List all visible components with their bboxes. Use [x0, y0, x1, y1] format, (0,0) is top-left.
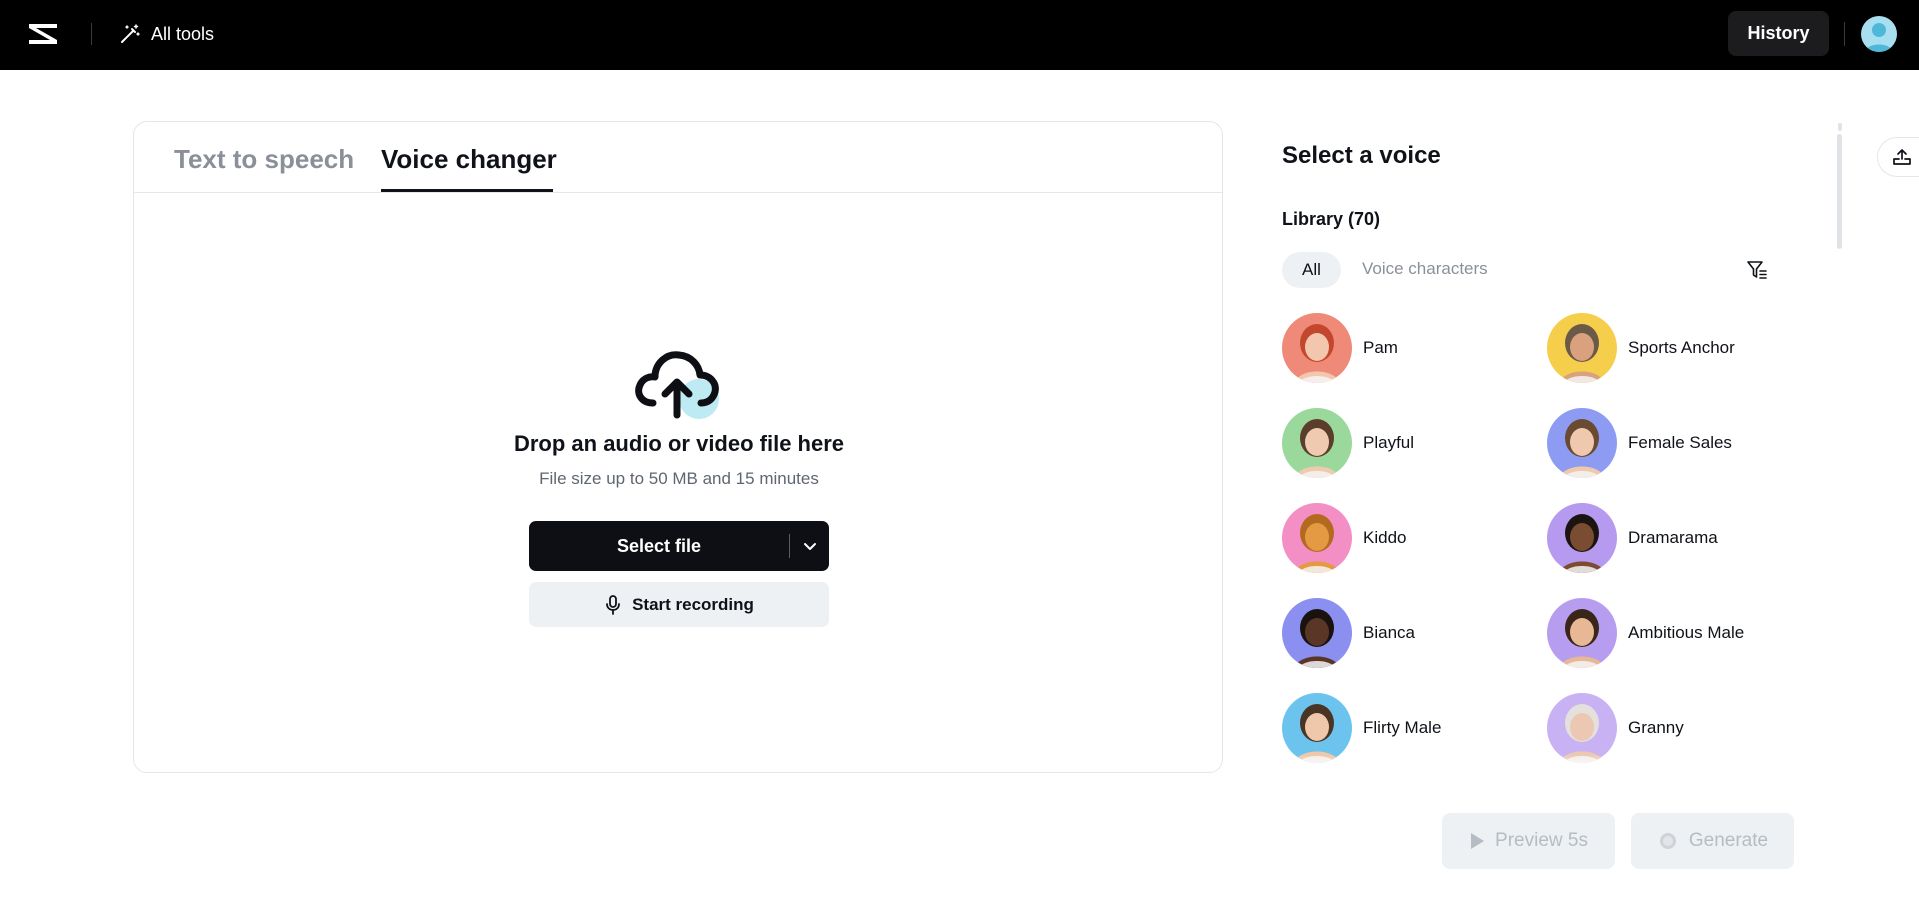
mode-tabs: Text to speech Voice changer	[134, 122, 1222, 193]
all-tools-label: All tools	[151, 23, 215, 44]
filter-chip-all[interactable]: All	[1282, 252, 1341, 288]
voice-avatar	[1547, 598, 1617, 668]
side-upload-button[interactable]	[1877, 137, 1919, 177]
voice-name: Pam	[1363, 338, 1398, 357]
voice-avatar	[1282, 598, 1352, 668]
voice-avatar	[1547, 503, 1617, 573]
voice-name: Bianca	[1363, 623, 1415, 642]
tab-text-to-speech[interactable]: Text to speech	[174, 144, 354, 175]
voice-item[interactable]: Bianca	[1282, 598, 1415, 668]
library-count-label: Library (70)	[1282, 209, 1381, 229]
voice-item[interactable]: Pam	[1282, 313, 1398, 383]
voice-panel-title: Select a voice	[1282, 142, 1441, 169]
scrollbar-top	[1838, 123, 1842, 131]
preview-label: Preview 5s	[1495, 830, 1588, 851]
voice-item[interactable]: Ambitious Male	[1547, 598, 1744, 668]
voice-avatar	[1547, 313, 1617, 383]
voice-name: Flirty Male	[1363, 718, 1442, 737]
voice-name: Sports Anchor	[1628, 338, 1735, 357]
voice-name: Kiddo	[1363, 528, 1407, 547]
voice-item[interactable]: Playful	[1282, 408, 1414, 478]
microphone-icon	[606, 594, 620, 615]
voice-avatar	[1282, 313, 1352, 383]
voice-name: Ambitious Male	[1628, 623, 1745, 642]
voice-item[interactable]: Female Sales	[1547, 408, 1732, 478]
play-icon	[1471, 833, 1485, 849]
generate-button[interactable]: Generate	[1631, 813, 1794, 869]
generate-spinner-icon	[1659, 833, 1676, 849]
voice-item[interactable]: Granny	[1547, 693, 1684, 763]
user-avatar[interactable]	[1861, 16, 1897, 52]
voice-avatar	[1282, 408, 1352, 478]
all-tools-button[interactable]: All tools	[119, 19, 214, 49]
select-file-dropdown[interactable]	[790, 538, 829, 554]
voice-changer-card: Text to speech Voice changer Drop an aud…	[133, 121, 1223, 773]
voice-avatar	[1282, 503, 1352, 573]
active-tab-indicator	[381, 189, 553, 192]
voice-item[interactable]: Sports Anchor	[1547, 313, 1735, 383]
topbar-divider-right	[1844, 22, 1845, 46]
filter-icon[interactable]	[1745, 258, 1769, 282]
filter-chip-voice-characters[interactable]: Voice characters	[1362, 259, 1488, 279]
voice-name: Granny	[1628, 718, 1684, 737]
voice-avatar	[1282, 693, 1352, 763]
voice-list-scrollbar[interactable]	[1837, 134, 1842, 249]
voice-item[interactable]: Dramarama	[1547, 503, 1718, 573]
voice-avatar	[1547, 408, 1617, 478]
voice-item[interactable]: Kiddo	[1282, 503, 1406, 573]
drop-zone-subtitle: File size up to 50 MB and 15 minutes	[539, 469, 819, 488]
preview-button[interactable]: Preview 5s	[1442, 813, 1615, 869]
capcut-logo-icon[interactable]	[26, 18, 60, 50]
voice-name: Playful	[1363, 433, 1415, 452]
magic-wand-icon	[121, 24, 140, 43]
tab-voice-changer[interactable]: Voice changer	[381, 144, 557, 175]
upload-tray-icon	[1893, 149, 1911, 165]
start-recording-button[interactable]: Start recording	[529, 582, 829, 627]
voice-item[interactable]: Flirty Male	[1282, 693, 1441, 763]
user-avatar-icon	[1866, 23, 1892, 52]
voice-name: Female Sales	[1628, 433, 1732, 452]
select-file-label: Select file	[616, 535, 702, 556]
voice-list-fade	[1270, 755, 1840, 775]
topbar-divider	[91, 23, 92, 45]
top-bar: All tools History	[0, 0, 1919, 70]
chevron-down-icon	[803, 543, 816, 550]
cloud-upload-icon	[635, 351, 719, 419]
generate-label: Generate	[1688, 830, 1769, 851]
history-button[interactable]: History	[1728, 11, 1829, 56]
start-recording-label: Start recording	[632, 594, 754, 614]
select-file-button[interactable]: Select file	[529, 521, 829, 571]
drop-zone-title: Drop an audio or video file here	[513, 431, 845, 456]
voice-avatar	[1547, 693, 1617, 763]
voice-name: Dramarama	[1628, 528, 1718, 547]
